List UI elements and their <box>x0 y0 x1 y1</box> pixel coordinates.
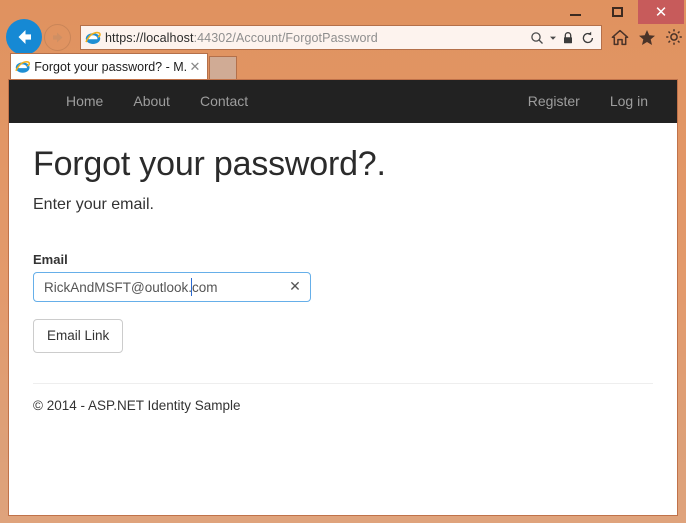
forward-button[interactable] <box>44 24 71 51</box>
minimize-button[interactable] <box>554 0 596 24</box>
minimize-icon <box>569 14 581 16</box>
navbar-primary-links: Home About Contact <box>51 80 263 123</box>
lock-icon[interactable] <box>558 27 578 49</box>
tab-title: Forgot your password? - M... <box>34 60 187 74</box>
maximize-button[interactable] <box>596 0 638 24</box>
tab-close-icon[interactable]: ✕ <box>187 61 203 74</box>
tab-strip: Forgot your password? - M... ✕ <box>0 53 686 80</box>
url-host: https://localhost <box>105 30 194 45</box>
nav-link-contact[interactable]: Contact <box>185 80 263 123</box>
browser-tab[interactable]: Forgot your password? - M... ✕ <box>10 53 208 80</box>
nav-link-home[interactable]: Home <box>51 80 118 123</box>
new-tab-button[interactable] <box>209 56 237 80</box>
refresh-icon[interactable] <box>578 27 598 49</box>
internet-explorer-icon <box>85 31 101 44</box>
site-navbar: Home About Contact Register Log in <box>9 80 677 123</box>
url-path: :44302/Account/ForgotPassword <box>193 30 378 45</box>
browser-window: ✕ https://localhost:44302/Account/Forgot… <box>0 0 686 523</box>
page-title: Forgot your password?. <box>33 145 386 183</box>
email-label: Email <box>33 252 68 267</box>
nav-link-about[interactable]: About <box>118 80 185 123</box>
home-icon[interactable] <box>610 26 630 48</box>
forgot-password-form: Email ✕ Email Link <box>33 252 653 354</box>
text-caret <box>191 278 192 296</box>
address-bar[interactable]: https://localhost:44302/Account/ForgotPa… <box>80 25 602 50</box>
search-icon[interactable] <box>527 27 547 49</box>
browser-command-bar <box>610 26 684 48</box>
back-button[interactable] <box>6 19 42 55</box>
footer-text: © 2014 - ASP.NET Identity Sample <box>33 398 241 414</box>
nav-link-register[interactable]: Register <box>513 80 595 123</box>
internet-explorer-icon <box>15 60 31 73</box>
footer-divider <box>33 383 653 385</box>
clear-input-icon[interactable]: ✕ <box>287 278 303 296</box>
close-window-button[interactable]: ✕ <box>638 0 684 24</box>
forward-arrow-icon <box>53 32 63 43</box>
email-field-wrapper: ✕ <box>33 272 311 302</box>
star-icon[interactable] <box>637 26 657 48</box>
page-subtitle: Enter your email. <box>33 196 154 213</box>
navbar-account-links: Register Log in <box>513 80 663 123</box>
back-arrow-icon <box>18 30 31 44</box>
title-bar: ✕ <box>0 0 686 24</box>
email-input[interactable] <box>33 272 311 302</box>
browser-toolbar: https://localhost:44302/Account/ForgotPa… <box>0 19 686 55</box>
email-link-button[interactable]: Email Link <box>33 319 124 354</box>
page-content: Forgot your password?. Enter your email.… <box>9 145 677 413</box>
chevron-down-icon[interactable] <box>547 27 558 49</box>
page-viewport: Home About Contact Register Log in Forgo… <box>8 79 678 516</box>
close-icon: ✕ <box>654 3 668 21</box>
nav-link-login[interactable]: Log in <box>595 80 663 123</box>
url-text: https://localhost:44302/Account/ForgotPa… <box>105 31 527 45</box>
gear-icon[interactable] <box>664 26 684 48</box>
maximize-icon <box>611 7 623 17</box>
